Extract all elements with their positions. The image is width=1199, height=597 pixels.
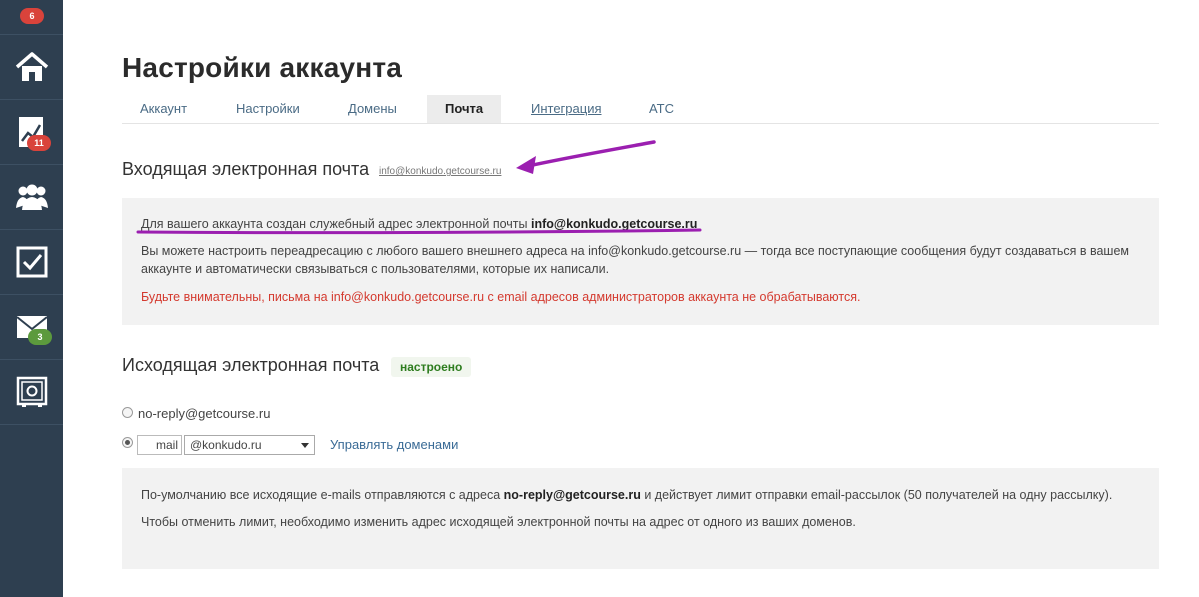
reports-badge: 11 — [27, 135, 51, 151]
incoming-info-text: Вы можете настроить переадресацию с любо… — [141, 244, 1129, 276]
chevron-down-icon — [301, 443, 309, 448]
incoming-warning-text: Будьте внимательны, письма на info@konku… — [141, 290, 861, 304]
page-title: Настройки аккаунта — [122, 52, 403, 83]
tasks-checkbox-icon — [16, 246, 47, 278]
annotation-arrowhead — [516, 156, 536, 174]
tab-integration[interactable]: Интеграция — [531, 95, 602, 123]
radio-default-address[interactable] — [122, 407, 133, 418]
annotation-arrow — [526, 140, 656, 168]
tab-domains[interactable]: Домены — [348, 95, 397, 123]
incoming-notice-text: Для вашего аккаунта создан служебный адр… — [141, 217, 528, 231]
sidebar-item-reports[interactable]: 11 — [0, 100, 63, 165]
incoming-address-link[interactable]: info@konkudo.getcourse.ru — [379, 166, 501, 177]
tab-mail[interactable]: Почта — [427, 95, 502, 123]
sidebar-item-users[interactable] — [0, 165, 63, 230]
sidebar-item-tasks[interactable] — [0, 230, 63, 295]
sidebar-item-safe[interactable] — [0, 360, 63, 425]
incoming-notice-address: info@konkudo.getcourse.ru — [531, 217, 698, 231]
sidebar-top-item[interactable]: 6 — [0, 0, 63, 35]
default-address-label: no-reply@getcourse.ru — [138, 406, 271, 421]
notification-badge: 6 — [20, 8, 44, 24]
sidebar: 6 11 3 — [0, 0, 63, 597]
tab-settings[interactable]: Настройки — [236, 95, 300, 123]
outgoing-info-suffix: и действует лимит отправки email-рассыло… — [644, 488, 1113, 502]
tab-account[interactable]: Аккаунт — [140, 95, 187, 123]
outgoing-info-text: По-умолчанию все исходящие e-mails отпра… — [141, 486, 1112, 504]
domain-select-value: @konkudo.ru — [190, 438, 262, 452]
incoming-info-panel: Для вашего аккаунта создан служебный адр… — [122, 198, 1159, 325]
safe-icon — [16, 376, 47, 407]
outgoing-info-panel: По-умолчанию все исходящие e-mails отпра… — [122, 468, 1159, 569]
mail-badge: 3 — [28, 329, 52, 345]
incoming-mail-title: Входящая электронная почта — [122, 159, 370, 179]
home-icon — [15, 52, 48, 81]
outgoing-status-badge: настроено — [391, 357, 472, 377]
sidebar-item-mail[interactable]: 3 — [0, 295, 63, 360]
outgoing-mail-title: Исходящая электронная почта — [122, 355, 380, 375]
outgoing-info-prefix: По-умолчанию все исходящие e-mails отпра… — [141, 488, 501, 502]
incoming-notice: Для вашего аккаунта создан служебный адр… — [141, 215, 697, 233]
tab-ats[interactable]: АТС — [649, 95, 674, 123]
mailbox-name-input[interactable] — [137, 435, 182, 455]
radio-custom-address[interactable] — [122, 437, 133, 448]
outgoing-info-address: no-reply@getcourse.ru — [503, 488, 641, 502]
manage-domains-link[interactable]: Управлять доменами — [330, 437, 458, 452]
users-icon — [15, 184, 48, 210]
outgoing-limit-text: Чтобы отменить лимит, необходимо изменит… — [141, 515, 856, 529]
sidebar-item-home[interactable] — [0, 35, 63, 100]
settings-tabs: Аккаунт Настройки Домены Почта Интеграци… — [122, 95, 1159, 124]
domain-select[interactable]: @konkudo.ru — [184, 435, 315, 455]
